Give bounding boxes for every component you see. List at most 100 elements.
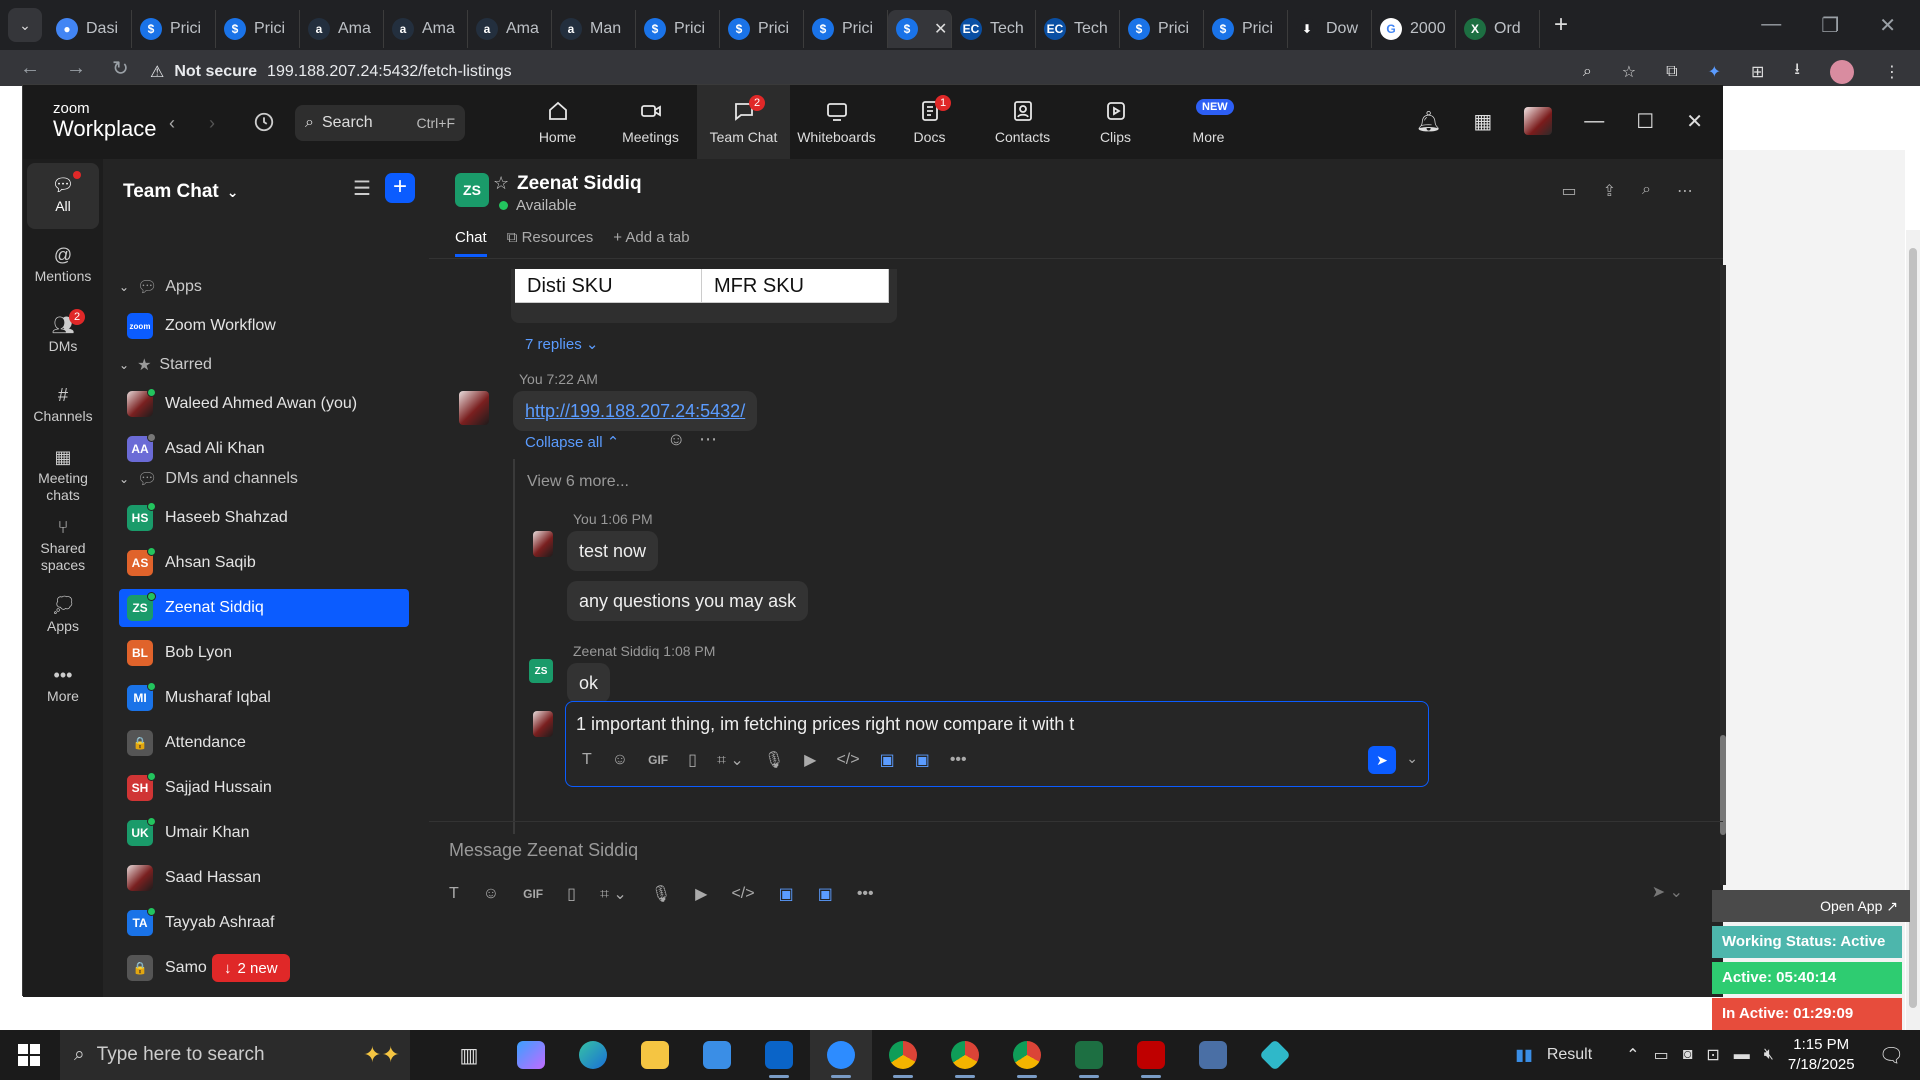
history-icon[interactable]	[253, 111, 275, 133]
browser-tab[interactable]: $ Prici	[720, 10, 804, 48]
browser-tab[interactable]: $ Prici	[1120, 10, 1204, 48]
video-call-icon[interactable]: ▭	[1562, 181, 1577, 201]
download-icon[interactable]: ⭳	[1794, 58, 1800, 85]
clock[interactable]: 1:15 PM 7/18/2025	[1788, 1035, 1855, 1075]
browser-tab[interactable]: $ Prici	[636, 10, 720, 48]
tab-search-button[interactable]: ⌄	[8, 8, 42, 42]
app-icon[interactable]: ▣	[779, 884, 794, 904]
bookmark-star-icon[interactable]: ☆	[1622, 62, 1636, 82]
screenshot-icon[interactable]: ⌗ ⌄	[600, 884, 627, 904]
zoom-lens-icon[interactable]: ⌕	[1583, 63, 1592, 81]
rail-item-apps[interactable]: 💭︎ Apps	[27, 583, 99, 649]
outlook-icon[interactable]	[748, 1030, 810, 1080]
screenshot-icon[interactable]: ⌗ ⌄	[717, 750, 744, 770]
message-avatar[interactable]: ZS	[529, 659, 553, 683]
app-icon[interactable]	[1244, 1030, 1306, 1080]
camera-icon[interactable]: ◙	[1683, 1046, 1693, 1064]
file-icon[interactable]: ▯	[688, 750, 697, 770]
browser-tab[interactable]: EC Tech	[952, 10, 1036, 48]
contact-avatar[interactable]: ZS	[455, 173, 489, 207]
emoji-icon[interactable]: ☺	[483, 885, 499, 903]
nav-meetings[interactable]: Meetings	[604, 85, 697, 159]
chrome-icon[interactable]	[872, 1030, 934, 1080]
back-icon[interactable]: ←	[20, 57, 40, 80]
notifications-icon[interactable]: 🗨︎	[1879, 1043, 1904, 1068]
windows-start-icon[interactable]	[18, 1044, 40, 1066]
battery-icon[interactable]: ▬	[1734, 1046, 1750, 1064]
chat-scrollbar-thumb[interactable]	[1720, 735, 1726, 835]
open-app-button[interactable]: Open App ↗	[1712, 890, 1910, 922]
new-tab-button[interactable]: +	[1554, 11, 1568, 39]
back-arrow-icon[interactable]: ‹	[169, 113, 175, 134]
sidebar-item[interactable]: AA Asad Ali Khan	[119, 430, 409, 468]
zoom-taskbar-icon[interactable]	[810, 1030, 872, 1080]
address-bar[interactable]: ⚠ Not secure 199.188.207.24:5432/fetch-l…	[150, 58, 1600, 86]
more-icon[interactable]: •••	[950, 751, 967, 769]
emoji-icon[interactable]: ☺	[612, 751, 628, 769]
more-icon[interactable]: •••	[857, 885, 874, 903]
app-icon[interactable]: ▣	[818, 884, 833, 904]
rail-item-meeting-chats[interactable]: ▦ Meeting chats	[27, 443, 99, 509]
gif-icon[interactable]: GIF	[648, 753, 668, 767]
minimize-icon[interactable]: —	[1584, 110, 1604, 133]
message-composer[interactable]: Message Zeenat Siddiq T ☺ GIF ▯ ⌗ ⌄ 🎙︎ ▶…	[429, 821, 1723, 915]
sidebar-item[interactable]: HS Haseeb Shahzad	[119, 499, 409, 537]
close-icon[interactable]: ✕	[1879, 13, 1896, 38]
code-icon[interactable]: </>	[731, 885, 754, 903]
browser-tab[interactable]: a Man	[552, 10, 636, 48]
extension-icon[interactable]: ✦	[1708, 62, 1721, 82]
store-icon[interactable]	[686, 1030, 748, 1080]
contact-name[interactable]: Zeenat Siddiq	[517, 173, 642, 195]
file-explorer-icon[interactable]	[624, 1030, 686, 1080]
extensions-puzzle-icon[interactable]: ⊞	[1751, 62, 1764, 82]
url-text[interactable]: 199.188.207.24:5432/fetch-listings	[267, 63, 512, 81]
composer-input[interactable]: Message Zeenat Siddiq	[449, 840, 638, 861]
filezilla-icon[interactable]	[1120, 1030, 1182, 1080]
sidebar-item[interactable]: UK Umair Khan	[119, 814, 409, 852]
browser-tab[interactable]: $ Prici	[132, 10, 216, 48]
sidebar-item[interactable]: zoom Zoom Workflow	[119, 307, 409, 345]
sidebar-item[interactable]: TA Tayyab Ashraaf	[119, 904, 409, 942]
send-button[interactable]: ➤	[1368, 746, 1396, 774]
forward-arrow-icon[interactable]: ›	[209, 113, 215, 134]
rail-item-mentions[interactable]: @ Mentions	[27, 233, 99, 299]
thread-reply-composer[interactable]: 1 important thing, im fetching prices ri…	[565, 701, 1429, 787]
section-header-dms[interactable]: ⌄ 💬︎ DMs and channels	[119, 469, 298, 489]
message-avatar[interactable]	[459, 391, 489, 425]
video-message-icon[interactable]: ▶	[695, 884, 707, 904]
zoom-search[interactable]: ⌕ Search Ctrl+F	[295, 105, 465, 141]
sidebar-item[interactable]: Waleed Ahmed Awan (you)	[119, 385, 409, 423]
chevron-up-icon[interactable]: ⌃	[1626, 1045, 1639, 1065]
browser-tab[interactable]: $ Prici	[804, 10, 888, 48]
rail-item-dms[interactable]: 👥︎ DMs 2	[27, 303, 99, 369]
more-options-icon[interactable]: ⋯	[699, 429, 717, 450]
browser-tab[interactable]: EC Tech	[1036, 10, 1120, 48]
browser-tab[interactable]: a Ama	[300, 10, 384, 48]
profile-avatar[interactable]	[1830, 59, 1854, 84]
close-tab-icon[interactable]: ✕	[934, 19, 947, 39]
sidebar-item[interactable]: MI Musharaf Iqbal	[119, 679, 409, 717]
browser-tab[interactable]: a Ama	[384, 10, 468, 48]
sidebar-item[interactable]: 🔒 Attendance	[119, 724, 409, 762]
file-icon[interactable]: ▯	[567, 884, 576, 904]
browser-tab[interactable]: $ Prici	[1204, 10, 1288, 48]
microphone-icon[interactable]: 🎙︎	[651, 884, 671, 904]
emoji-reaction-icon[interactable]: ☺	[667, 429, 685, 450]
share-screen-icon[interactable]: ⇪	[1603, 181, 1616, 201]
user-avatar[interactable]	[1524, 107, 1553, 135]
taskbar-search[interactable]: ⌕ Type here to search ✦✦	[60, 1030, 410, 1080]
shared-table-snippet[interactable]: Disti SKU MFR SKU	[511, 269, 897, 323]
browser-tab[interactable]: a Ama	[468, 10, 552, 48]
browser-tab[interactable]: ⬇ Dow	[1288, 10, 1372, 48]
video-message-icon[interactable]: ▶	[804, 750, 816, 770]
restore-icon[interactable]: ❐	[1821, 13, 1839, 38]
rail-item-shared-spaces[interactable]: ⑂ Shared spaces	[27, 513, 99, 579]
weather-text[interactable]: Result	[1547, 1046, 1592, 1064]
gif-icon[interactable]: GIF	[523, 887, 543, 901]
nav-docs[interactable]: Docs 1	[883, 85, 976, 159]
edge-icon[interactable]	[562, 1030, 624, 1080]
tab-add[interactable]: + Add a tab	[613, 229, 689, 246]
maximize-icon[interactable]: ☐	[1636, 109, 1654, 134]
calculator-icon[interactable]	[1182, 1030, 1244, 1080]
rail-item-more[interactable]: ••• More	[27, 653, 99, 719]
